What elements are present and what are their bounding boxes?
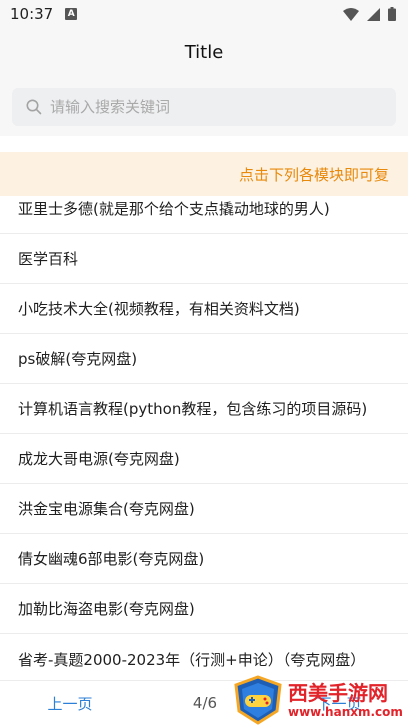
watermark: 西美手游网 www.hanxm.com — [232, 674, 408, 725]
prev-page-button[interactable]: 上一页 — [0, 693, 140, 714]
list-item[interactable]: 成龙大哥电源(夸克网盘) — [0, 434, 408, 484]
watermark-texts: 西美手游网 www.hanxm.com — [288, 681, 403, 719]
status-icons — [343, 7, 396, 21]
page-title: Title — [184, 41, 224, 63]
list-item[interactable]: 加勒比海盗电影(夸克网盘) — [0, 584, 408, 634]
search-input[interactable] — [50, 98, 370, 116]
list-item[interactable]: 洪金宝电源集合(夸克网盘) — [0, 484, 408, 534]
notice-text: 点击下列各模块即可复 — [239, 166, 390, 184]
gamepad-shield-logo-icon — [234, 674, 282, 725]
list-item[interactable]: 亚里士多德(就是那个给个支点撬动地球的男人) — [0, 184, 408, 234]
list-item[interactable]: 倩女幽魂6部电影(夸克网盘) — [0, 534, 408, 584]
list-item[interactable]: 医学百科 — [0, 234, 408, 284]
list-item[interactable]: 小吃技术大全(视频教程，有相关资料文档) — [0, 284, 408, 334]
search-box[interactable] — [12, 88, 396, 126]
watermark-url: www.hanxm.com — [288, 704, 403, 719]
status-bar: 10:37 A — [0, 0, 408, 28]
watermark-title: 西美手游网 — [288, 680, 388, 705]
app-bar: Title — [0, 28, 408, 76]
wifi-icon — [343, 7, 359, 21]
signal-icon — [367, 7, 380, 21]
list-item[interactable]: ps破解(夸克网盘) — [0, 334, 408, 384]
search-icon — [26, 99, 42, 115]
battery-icon — [388, 7, 396, 21]
list-item[interactable]: 计算机语言教程(python教程，包含练习的项目源码) — [0, 384, 408, 434]
module-list: 亚里士多德(就是那个给个支点撬动地球的男人) 医学百科 小吃技术大全(视频教程，… — [0, 184, 408, 684]
status-time: 10:37 — [10, 5, 54, 23]
search-area — [0, 76, 408, 136]
notification-a-icon: A — [65, 8, 78, 20]
